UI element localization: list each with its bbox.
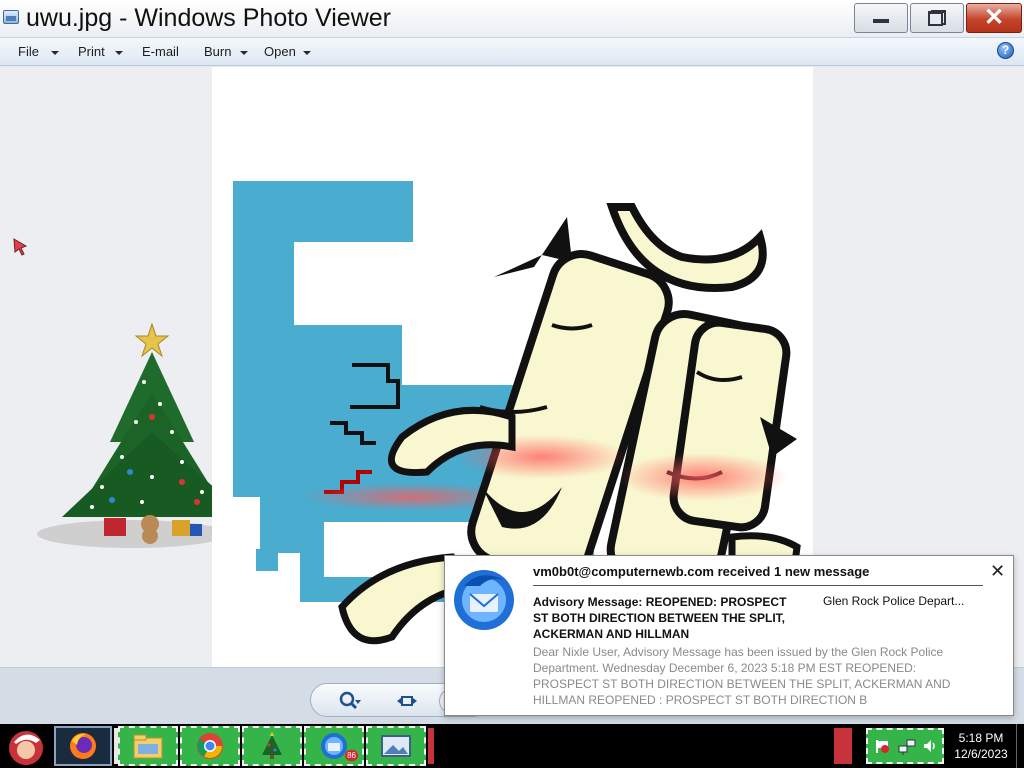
taskbar-thunderbird[interactable]: 86 xyxy=(304,726,364,766)
file-explorer-icon xyxy=(133,734,163,759)
chevron-down-icon[interactable] xyxy=(303,51,311,55)
restore-button[interactable] xyxy=(910,3,964,33)
clock-date: 12/6/2023 xyxy=(954,747,1008,761)
close-window-button[interactable]: ✕ xyxy=(966,3,1022,33)
message-preview: Dear Nixle User, Advisory Message has be… xyxy=(533,645,951,707)
taskbar-file-explorer[interactable] xyxy=(118,726,178,766)
christmas-tree-icon xyxy=(262,732,282,759)
star-icon xyxy=(134,322,170,358)
action-center-flag-icon[interactable] xyxy=(874,738,890,754)
menu-email[interactable]: E-mail xyxy=(142,44,179,59)
message-sender: Glen Rock Police Depart... xyxy=(823,594,965,608)
menu-print[interactable]: Print xyxy=(78,44,105,59)
chevron-down-icon[interactable] xyxy=(51,51,59,55)
taskbar-firefox[interactable] xyxy=(54,726,112,766)
title-bar: uwu.jpg - Windows Photo Viewer ✕ xyxy=(0,0,1024,38)
tray-overflow[interactable] xyxy=(834,728,852,764)
taskbar-photo-viewer[interactable] xyxy=(366,726,426,766)
notification-header: vm0b0t@computernewb.com received 1 new m… xyxy=(533,564,870,579)
menu-bar: File Print E-mail Burn Open xyxy=(0,38,1024,66)
window-title: uwu.jpg - Windows Photo Viewer xyxy=(26,4,391,32)
close-notification-button[interactable]: ✕ xyxy=(990,562,1005,580)
volume-icon[interactable] xyxy=(922,738,938,754)
new-mail-notification[interactable]: ✕ vm0b0t@computernewb.com received 1 new… xyxy=(444,555,1014,716)
photo-viewer-app-icon[interactable] xyxy=(3,10,19,24)
minimize-icon xyxy=(873,19,889,23)
taskbar-chrome[interactable] xyxy=(180,726,240,766)
firefox-icon xyxy=(70,733,96,759)
zoom-icon[interactable] xyxy=(339,691,361,711)
clock-time: 5:18 PM xyxy=(958,731,1004,745)
divider xyxy=(533,585,983,586)
menu-burn[interactable]: Burn xyxy=(204,44,231,59)
close-icon: ✕ xyxy=(983,4,1005,31)
cursor-icon xyxy=(13,238,28,256)
chrome-icon xyxy=(197,733,223,759)
taskbar-separator xyxy=(428,728,434,764)
chevron-down-icon[interactable] xyxy=(240,51,248,55)
start-orb-santa-icon[interactable] xyxy=(2,726,50,766)
message-subject[interactable]: Advisory Message: REOPENED: PROSPECT ST … xyxy=(533,594,798,642)
show-desktop-button[interactable] xyxy=(1016,724,1024,768)
clock[interactable]: 5:18 PM 12/6/2023 xyxy=(948,730,1014,762)
taskbar-christmas-tree[interactable] xyxy=(242,726,302,766)
taskbar: 86 5:18 PM 12/6/2023 xyxy=(0,724,1024,768)
minimize-button[interactable] xyxy=(854,3,908,33)
menu-file[interactable]: File xyxy=(18,44,39,59)
restore-icon xyxy=(928,10,946,26)
chevron-down-icon[interactable] xyxy=(115,51,123,55)
system-tray xyxy=(866,728,944,764)
help-icon[interactable]: ? xyxy=(997,42,1014,59)
thunderbird-icon xyxy=(454,570,514,630)
network-icon[interactable] xyxy=(898,738,916,756)
menu-open[interactable]: Open xyxy=(264,44,296,59)
unread-count-badge: 86 xyxy=(345,750,358,761)
fit-to-window-icon[interactable] xyxy=(397,692,417,710)
photo-viewer-icon xyxy=(381,735,411,757)
